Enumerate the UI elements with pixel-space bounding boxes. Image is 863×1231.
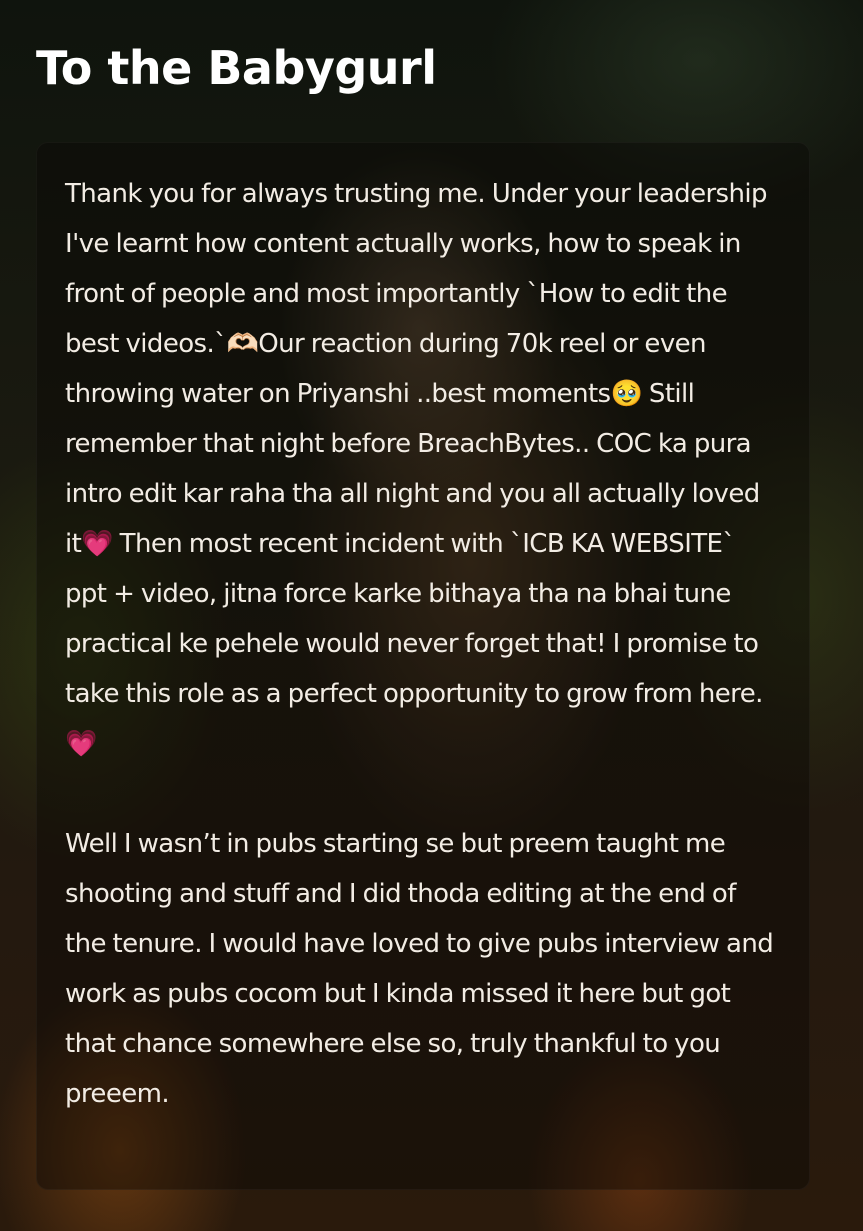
message-paragraph-2: Well I wasn’t in pubs starting se but pr… xyxy=(65,829,774,1109)
message-card[interactable]: Thank you for always trusting me. Under … xyxy=(36,142,810,1190)
message-paragraph-1: Thank you for always trusting me. Under … xyxy=(65,179,768,759)
page-title: To the Babygurl xyxy=(36,41,437,95)
